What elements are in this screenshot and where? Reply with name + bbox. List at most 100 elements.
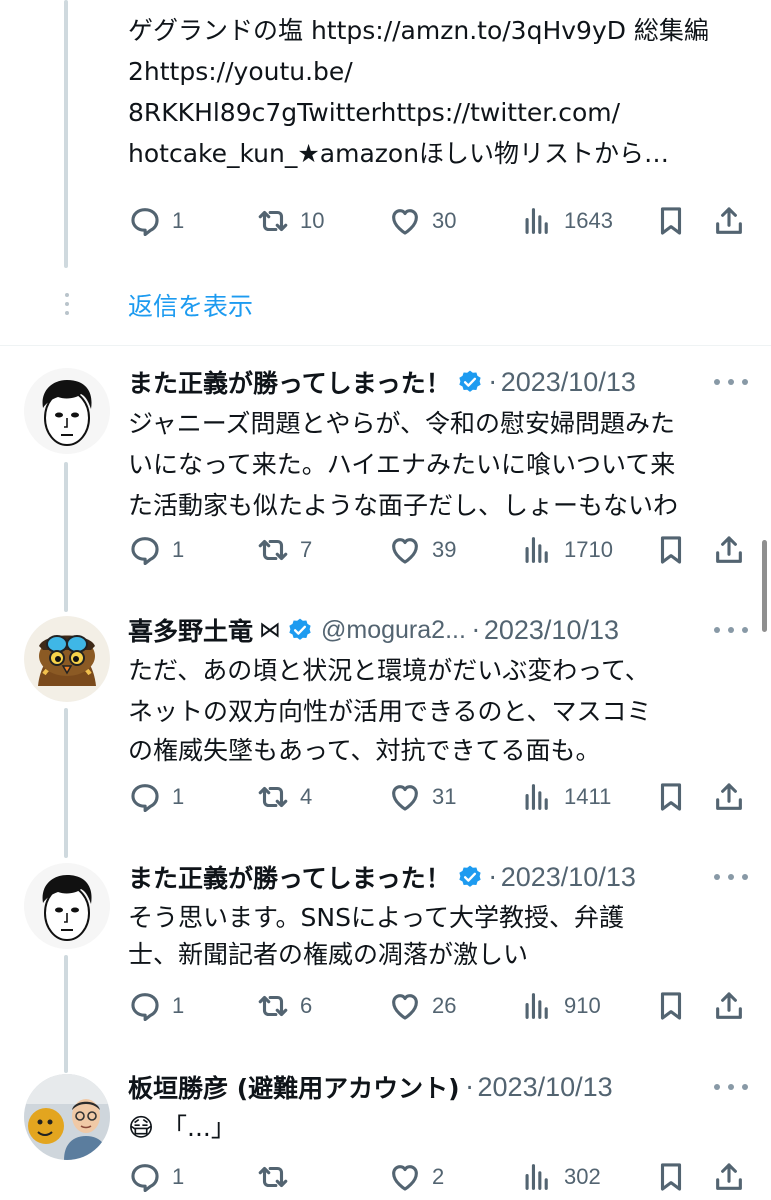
tweet-text-line: ゲグランドの塩 https://amzn.to/3qHv9yD 総集編 xyxy=(128,16,709,45)
scrollbar[interactable] xyxy=(762,540,767,632)
more-icon xyxy=(714,1084,720,1090)
like-count: 2 xyxy=(432,1164,445,1189)
reply-count: 1 xyxy=(172,537,185,562)
display-name[interactable]: 板垣勝彦 (避難用アカウント) xyxy=(128,1069,460,1105)
views-button[interactable]: 910 xyxy=(520,984,601,1028)
reply-icon xyxy=(131,537,159,566)
share-button[interactable] xyxy=(712,199,746,243)
more-icon xyxy=(714,379,720,385)
reply-button[interactable]: 1 xyxy=(128,775,184,819)
more-replies-dots xyxy=(64,293,70,320)
thread-line xyxy=(64,708,68,858)
thread-line xyxy=(64,462,68,612)
views-button[interactable]: 1411 xyxy=(520,775,611,819)
tweet-actions: 1 2 302 xyxy=(128,1155,746,1199)
tweet-text-line: hotcake_kun_★amazonほしい物リストから… xyxy=(128,139,670,168)
bookmark-button[interactable] xyxy=(654,775,688,819)
cartoon-face-avatar xyxy=(24,863,110,949)
tweet-actions: 1 10 30 1643 xyxy=(128,199,746,243)
like-icon xyxy=(392,785,418,811)
views-count: 1643 xyxy=(564,208,613,233)
bookmark-button[interactable] xyxy=(654,1155,688,1199)
tweet-text-line: そう思います。SNSによって大学教授、弁護 xyxy=(128,903,624,932)
like-count: 31 xyxy=(432,784,457,809)
views-button[interactable]: 302 xyxy=(520,1155,601,1199)
reply-button[interactable]: 1 xyxy=(128,984,184,1028)
more-menu-button[interactable] xyxy=(714,867,748,887)
like-count: 30 xyxy=(432,208,457,233)
bookmark-button[interactable] xyxy=(654,199,688,243)
share-icon xyxy=(716,207,742,234)
tweet-date[interactable]: 2023/10/13 xyxy=(484,615,619,646)
like-button[interactable]: 26 xyxy=(388,984,456,1028)
bookmark-button[interactable] xyxy=(654,528,688,572)
more-menu-button[interactable] xyxy=(714,620,748,640)
retweet-count: 4 xyxy=(300,784,313,809)
cartoon-face-avatar xyxy=(24,368,110,454)
avatar[interactable] xyxy=(24,616,110,702)
views-count: 1411 xyxy=(564,784,612,809)
profile-photo-avatar xyxy=(24,1074,110,1160)
avatar[interactable] xyxy=(24,1074,110,1160)
views-icon xyxy=(525,537,548,563)
tweet-header: 喜多野土竜 ⋈ @mogura2... · 2023/10/13 xyxy=(128,611,619,649)
share-button[interactable] xyxy=(712,775,746,819)
reply-icon xyxy=(131,993,159,1022)
tweet-header: また正義が勝ってしまった！ · 2023/10/13 xyxy=(128,858,636,896)
tweet-actions: 1 7 39 1710 xyxy=(128,528,746,572)
tweet-text-line: 士、新聞記者の権威の凋落が激しい xyxy=(128,940,529,969)
share-button[interactable] xyxy=(712,984,746,1028)
verified-badge-icon xyxy=(459,865,481,887)
retweet-button[interactable]: 4 xyxy=(256,775,312,819)
display-name[interactable]: 喜多野土竜 xyxy=(128,612,253,648)
reply-button[interactable]: 1 xyxy=(128,199,184,243)
bookmark-button[interactable] xyxy=(654,984,688,1028)
separator: · xyxy=(471,615,480,645)
user-handle[interactable]: @mogura2... xyxy=(321,616,466,645)
retweet-button[interactable]: 10 xyxy=(256,199,324,243)
reply-count: 1 xyxy=(172,1164,185,1189)
views-icon xyxy=(525,208,548,234)
views-button[interactable]: 1643 xyxy=(520,199,613,243)
tweet-text-line: 8RKKHl89c7gTwitterhttps://twitter.com/ xyxy=(128,98,621,127)
more-menu-button[interactable] xyxy=(714,1077,748,1097)
tweet-text-line: た活動家も似たような面子だし、しょーもないわ xyxy=(128,491,679,520)
like-button[interactable]: 39 xyxy=(388,528,456,572)
views-count: 1710 xyxy=(564,537,613,562)
retweet-icon xyxy=(258,995,288,1017)
reply-button[interactable]: 1 xyxy=(128,528,184,572)
tweet-header: また正義が勝ってしまった！ · 2023/10/13 xyxy=(128,363,636,401)
views-button[interactable]: 1710 xyxy=(520,528,613,572)
share-icon xyxy=(716,783,742,810)
like-icon xyxy=(392,538,418,564)
tweet-date[interactable]: 2023/10/13 xyxy=(478,1072,613,1103)
bookmark-icon xyxy=(660,1163,682,1191)
more-icon xyxy=(714,627,720,633)
show-replies-link[interactable]: 返信を表示 xyxy=(128,287,253,323)
like-button[interactable]: 2 xyxy=(388,1155,444,1199)
share-button[interactable] xyxy=(712,528,746,572)
share-icon xyxy=(716,1163,742,1190)
like-button[interactable]: 31 xyxy=(388,775,456,819)
more-menu-button[interactable] xyxy=(714,372,748,392)
like-button[interactable]: 30 xyxy=(388,199,456,243)
reply-button[interactable]: 1 xyxy=(128,1155,184,1199)
separator: · xyxy=(488,862,497,892)
share-icon xyxy=(716,992,742,1019)
bookmark-icon xyxy=(660,783,682,811)
tweet-date[interactable]: 2023/10/13 xyxy=(501,862,636,893)
tweet-text-line: ネットの双方向性が活用できるのと、マスコミ xyxy=(128,697,652,726)
retweet-button[interactable]: 6 xyxy=(256,984,312,1028)
bookmark-icon xyxy=(660,207,682,235)
retweet-button[interactable] xyxy=(256,1155,300,1199)
display-name[interactable]: また正義が勝ってしまった！ xyxy=(128,364,451,400)
share-button[interactable] xyxy=(712,1155,746,1199)
retweet-count: 7 xyxy=(300,537,313,562)
separator: · xyxy=(465,1072,474,1102)
avatar[interactable] xyxy=(24,368,110,454)
avatar[interactable] xyxy=(24,863,110,949)
tweet-date[interactable]: 2023/10/13 xyxy=(501,367,636,398)
tweet-text-line: 2https://youtu.be/ xyxy=(128,57,353,86)
retweet-button[interactable]: 7 xyxy=(256,528,312,572)
display-name[interactable]: また正義が勝ってしまった！ xyxy=(128,859,451,895)
